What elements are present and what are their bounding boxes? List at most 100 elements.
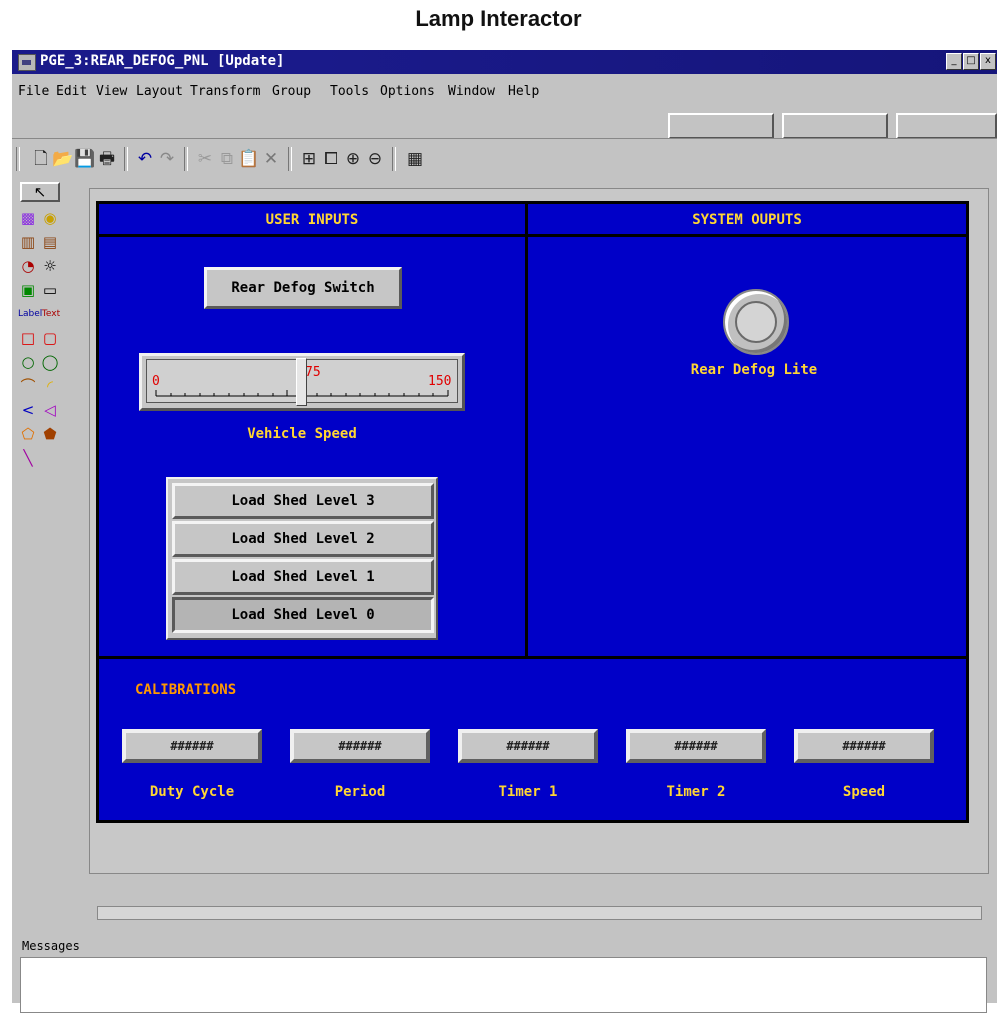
open-folder-icon[interactable]: 📂 — [52, 149, 74, 169]
paste-icon[interactable]: 📋 — [238, 149, 260, 169]
speed-label: Speed — [842, 784, 886, 800]
menu-view[interactable]: View — [96, 84, 127, 99]
filled-polygon-icon[interactable]: ⬟ — [40, 424, 60, 444]
undo-icon[interactable]: ↶ — [134, 149, 156, 169]
maximize-button[interactable]: □ — [963, 53, 979, 70]
slider-max-label: 150 — [428, 374, 452, 389]
button-tool-icon[interactable]: ▤ — [40, 232, 60, 252]
dial-tool-icon[interactable]: ◔ — [18, 256, 38, 276]
slider-mid-label: 75 — [305, 365, 321, 380]
system-outputs-header: SYSTEM OUPUTS — [692, 212, 802, 228]
menu-layout[interactable]: Layout — [136, 84, 183, 99]
load-shed-level-0-button[interactable]: Load Shed Level 0 — [172, 597, 434, 633]
panel-header-divider — [99, 234, 966, 237]
fit-view-icon[interactable]: ⊞ — [298, 149, 320, 169]
toolbar: 🗋 📂 💾 🖶 ↶ ↷ ✂ ⧉ 📋 ✕ ⊞ ⧠ ⊕ ⊖ ▦ — [12, 138, 997, 179]
menu-transform[interactable]: Transform — [190, 84, 260, 99]
print-icon[interactable]: 🖶 — [96, 149, 118, 169]
toolbar-separator — [184, 147, 188, 171]
meter-tool-icon[interactable]: ▩ — [18, 208, 38, 228]
copy-icon[interactable]: ⧉ — [216, 149, 238, 169]
filled-rectangle-icon[interactable]: ▢ — [40, 328, 60, 348]
text-tool-icon[interactable]: Text — [40, 304, 62, 324]
display-tool-icon[interactable]: ▭ — [40, 280, 60, 300]
rear-defog-switch-button[interactable]: Rear Defog Switch — [204, 267, 402, 309]
label-tool-icon[interactable]: Label — [18, 304, 42, 324]
grid-icon[interactable]: ▦ — [404, 149, 426, 169]
polygon-icon[interactable]: ⬠ — [18, 424, 38, 444]
load-shed-level-3-button[interactable]: Load Shed Level 3 — [172, 483, 434, 519]
messages-area: Messages — [12, 933, 997, 1013]
timer-1-label: Timer 1 — [498, 784, 558, 800]
period-label: Period — [334, 784, 386, 800]
title-bar[interactable]: PGE_3:REAR_DEFOG_PNL [Update] _ □ x — [12, 50, 997, 74]
rectangle-icon[interactable]: □ — [18, 328, 38, 348]
calibrations-header: CALIBRATIONS — [135, 682, 237, 698]
numeric-tool-icon[interactable]: ▣ — [18, 280, 38, 300]
slider-thumb[interactable] — [296, 358, 307, 406]
zoom-in-icon[interactable]: ⊕ — [342, 149, 364, 169]
new-file-icon[interactable]: 🗋 — [30, 149, 52, 169]
zoom-out-icon[interactable]: ⊖ — [364, 149, 386, 169]
timer-1-field[interactable]: ###### — [458, 729, 598, 763]
vehicle-speed-slider[interactable]: 0 75 150 — [139, 353, 465, 411]
load-shed-level-1-button[interactable]: Load Shed Level 1 — [172, 559, 434, 595]
duty-cycle-label: Duty Cycle — [149, 784, 235, 800]
status-field-3[interactable] — [896, 113, 997, 139]
redo-icon[interactable]: ↷ — [156, 149, 178, 169]
page-caption: Lamp Interactor — [415, 6, 582, 31]
load-shed-level-2-button[interactable]: Load Shed Level 2 — [172, 521, 434, 557]
speed-field[interactable]: ###### — [794, 729, 934, 763]
duty-cycle-field[interactable]: ###### — [122, 729, 262, 763]
rear-defog-lite-label: Rear Defog Lite — [690, 362, 818, 378]
pointer-icon[interactable]: ↖ — [20, 182, 60, 202]
menu-tools[interactable]: Tools — [330, 84, 369, 99]
filled-circle-icon[interactable]: ◯ — [40, 352, 60, 372]
load-shed-group: Load Shed Level 3 Load Shed Level 2 Load… — [166, 477, 438, 640]
save-icon[interactable]: 💾 — [74, 149, 96, 169]
menu-window[interactable]: Window — [448, 84, 495, 99]
messages-log[interactable] — [20, 957, 987, 1013]
tool-palette: ↖ ▩ ◉ ▥ ▤ ◔ ☼ ▣ ▭ Label Text □ ▢ ○ ◯ ⌒ ◜… — [18, 182, 76, 602]
close-button[interactable]: x — [980, 53, 996, 70]
menu-help[interactable]: Help — [508, 84, 539, 99]
window-title: PGE_3:REAR_DEFOG_PNL [Update] — [40, 53, 285, 69]
messages-label: Messages — [22, 939, 80, 953]
user-inputs-header: USER INPUTS — [265, 212, 359, 228]
line-icon[interactable]: ╲ — [18, 448, 38, 468]
toolbar-separator — [288, 147, 292, 171]
panel-column-divider — [525, 204, 528, 659]
arc-icon[interactable]: ⌒ — [18, 376, 38, 396]
timer-2-field[interactable]: ###### — [626, 729, 766, 763]
gauge-tool-icon[interactable]: ◉ — [40, 208, 60, 228]
menu-file[interactable]: File — [18, 84, 49, 99]
status-field-2[interactable] — [782, 113, 888, 139]
menu-group[interactable]: Group — [272, 84, 311, 99]
wedge-icon[interactable]: < — [18, 400, 38, 420]
menu-edit[interactable]: Edit — [56, 84, 87, 99]
slider-min-label: 0 — [152, 374, 160, 389]
toolbar-separator — [124, 147, 128, 171]
toolbar-grip — [16, 147, 20, 171]
filled-wedge-icon[interactable]: ◁ — [40, 400, 60, 420]
lamp-tool-icon[interactable]: ☼ — [40, 256, 60, 276]
status-field-1[interactable] — [668, 113, 774, 139]
menu-options[interactable]: Options — [380, 84, 435, 99]
horizontal-scrollbar[interactable] — [97, 906, 982, 920]
toolbar-separator — [392, 147, 396, 171]
vehicle-speed-label: Vehicle Speed — [247, 426, 357, 442]
window-system-icon[interactable] — [18, 54, 36, 71]
rear-defog-panel: USER INPUTS SYSTEM OUPUTS Rear Defog Swi… — [96, 201, 969, 823]
zoom-window-icon[interactable]: ⧠ — [320, 149, 342, 169]
panel-calibration-divider — [99, 656, 966, 659]
circle-icon[interactable]: ○ — [18, 352, 38, 372]
slider-tool-icon[interactable]: ▥ — [18, 232, 38, 252]
lamp-lens — [735, 301, 777, 343]
timer-2-label: Timer 2 — [666, 784, 726, 800]
menu-bar: File Edit View Layout Transform Group To… — [12, 76, 997, 100]
period-field[interactable]: ###### — [290, 729, 430, 763]
delete-icon[interactable]: ✕ — [260, 149, 282, 169]
filled-arc-icon[interactable]: ◜ — [40, 376, 60, 396]
cut-icon[interactable]: ✂ — [194, 149, 216, 169]
minimize-button[interactable]: _ — [946, 53, 962, 70]
